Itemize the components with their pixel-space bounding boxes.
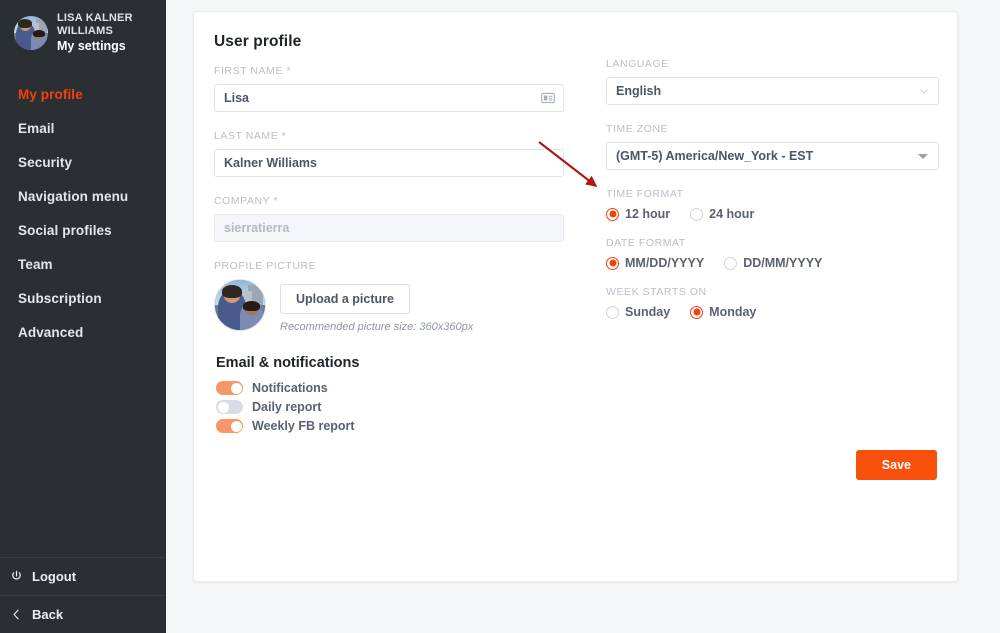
last-name-input[interactable]: Kalner Williams (214, 149, 564, 177)
user-photo-large (215, 280, 265, 330)
time-zone-select[interactable]: (GMT-5) America/New_York - EST (606, 142, 939, 170)
time-zone-value: (GMT-5) America/New_York - EST (616, 149, 813, 163)
toggle-row-weekly-fb-report: Weekly FB report (216, 419, 564, 433)
week-starts-on-group: WEEK STARTS ON Sunday Monday (606, 286, 939, 319)
back-button[interactable]: Back (0, 595, 166, 633)
caret-down-icon (918, 154, 928, 159)
chevron-down-icon (920, 89, 928, 94)
radio-icon[interactable] (606, 257, 619, 270)
sidebar-nav: My profile Email Security Navigation men… (0, 78, 166, 350)
weekly-fb-report-toggle-label: Weekly FB report (252, 419, 355, 433)
date-format-group: DATE FORMAT MM/DD/YYYY DD/MM/YYYY (606, 237, 939, 270)
contact-card-icon[interactable] (541, 92, 555, 104)
sidebar-item-subscription[interactable]: Subscription (0, 282, 166, 316)
radio-icon[interactable] (606, 306, 619, 319)
user-photo-avatar (14, 16, 48, 50)
profile-picture-group: PROFILE PICTURE Upload a picture Recomme… (214, 260, 564, 333)
date-format-option-dd-mm-yyyy[interactable]: DD/MM/YYYY (724, 256, 822, 270)
sidebar-item-security[interactable]: Security (0, 146, 166, 180)
language-select[interactable]: English (606, 77, 939, 105)
profile-left-column: User profile FIRST NAME * Lisa LAST NAME… (214, 33, 564, 438)
weekly-fb-report-toggle[interactable] (216, 419, 243, 433)
time-zone-label: TIME ZONE (606, 123, 939, 135)
notifications-title: Email & notifications (216, 355, 564, 371)
sidebar-item-my-profile[interactable]: My profile (0, 78, 166, 112)
toggle-row-notifications: Notifications (216, 381, 564, 395)
sidebar-user-name: LISA KALNER WILLIAMS (57, 12, 161, 38)
profile-picture-hint: Recommended picture size: 360x360px (280, 321, 473, 333)
first-name-value: Lisa (224, 91, 249, 105)
notifications-toggle-label: Notifications (252, 381, 328, 395)
language-value: English (616, 84, 661, 98)
toggle-row-daily-report: Daily report (216, 400, 564, 414)
sidebar-item-navigation-menu[interactable]: Navigation menu (0, 180, 166, 214)
company-label: COMPANY * (214, 195, 564, 207)
chevron-left-icon (10, 608, 23, 621)
last-name-field-group: LAST NAME * Kalner Williams (214, 130, 564, 177)
time-format-option-12-hour[interactable]: 12 hour (606, 207, 670, 221)
profile-picture-avatar (214, 279, 266, 331)
profile-picture-label: PROFILE PICTURE (214, 260, 564, 272)
radio-icon[interactable] (724, 257, 737, 270)
notifications-toggle[interactable] (216, 381, 243, 395)
back-label: Back (32, 607, 63, 622)
week-starts-on-sunday-label: Sunday (625, 305, 670, 319)
time-format-option-24-hour[interactable]: 24 hour (690, 207, 754, 221)
upload-picture-button[interactable]: Upload a picture (280, 284, 410, 314)
week-starts-on-monday-label: Monday (709, 305, 756, 319)
language-label: LANGUAGE (606, 58, 939, 70)
power-icon (10, 570, 23, 583)
time-zone-field-group: TIME ZONE (GMT-5) America/New_York - EST (606, 123, 939, 170)
date-format-option-mm-dd-yyyy[interactable]: MM/DD/YYYY (606, 256, 704, 270)
first-name-field-group: FIRST NAME * Lisa (214, 65, 564, 112)
radio-icon[interactable] (690, 208, 703, 221)
profile-right-column: LANGUAGE English TIME ZONE (GMT-5) Ameri… (606, 58, 939, 335)
sidebar-item-team[interactable]: Team (0, 248, 166, 282)
time-format-24-hour-label: 24 hour (709, 207, 754, 221)
time-format-label: TIME FORMAT (606, 188, 939, 200)
sidebar-user-subtitle: My settings (57, 39, 161, 54)
sidebar-user-block[interactable]: LISA KALNER WILLIAMS My settings (0, 0, 166, 54)
last-name-label: LAST NAME * (214, 130, 564, 142)
last-name-value: Kalner Williams (224, 156, 317, 170)
week-starts-on-option-monday[interactable]: Monday (690, 305, 756, 319)
daily-report-toggle-label: Daily report (252, 400, 321, 414)
user-profile-card: User profile FIRST NAME * Lisa LAST NAME… (193, 11, 958, 582)
sidebar-item-email[interactable]: Email (0, 112, 166, 146)
week-starts-on-option-sunday[interactable]: Sunday (606, 305, 670, 319)
language-field-group: LANGUAGE English (606, 58, 939, 105)
time-format-group: TIME FORMAT 12 hour 24 hour (606, 188, 939, 221)
sidebar: LISA KALNER WILLIAMS My settings My prof… (0, 0, 166, 633)
first-name-label: FIRST NAME * (214, 65, 564, 77)
radio-icon[interactable] (606, 208, 619, 221)
company-input: sierratierra (214, 214, 564, 242)
date-format-dd-mm-yyyy-label: DD/MM/YYYY (743, 256, 822, 270)
daily-report-toggle[interactable] (216, 400, 243, 414)
company-value: sierratierra (224, 221, 289, 235)
date-format-label: DATE FORMAT (606, 237, 939, 249)
date-format-mm-dd-yyyy-label: MM/DD/YYYY (625, 256, 704, 270)
time-format-12-hour-label: 12 hour (625, 207, 670, 221)
logout-label: Logout (32, 569, 76, 584)
company-field-group: COMPANY * sierratierra (214, 195, 564, 242)
sidebar-item-social-profiles[interactable]: Social profiles (0, 214, 166, 248)
radio-icon[interactable] (690, 306, 703, 319)
first-name-input[interactable]: Lisa (214, 84, 564, 112)
page-title: User profile (214, 33, 564, 51)
week-starts-on-label: WEEK STARTS ON (606, 286, 939, 298)
sidebar-item-advanced[interactable]: Advanced (0, 316, 166, 350)
logout-button[interactable]: Logout (0, 557, 166, 595)
save-button[interactable]: Save (856, 450, 937, 480)
avatar (14, 16, 48, 50)
